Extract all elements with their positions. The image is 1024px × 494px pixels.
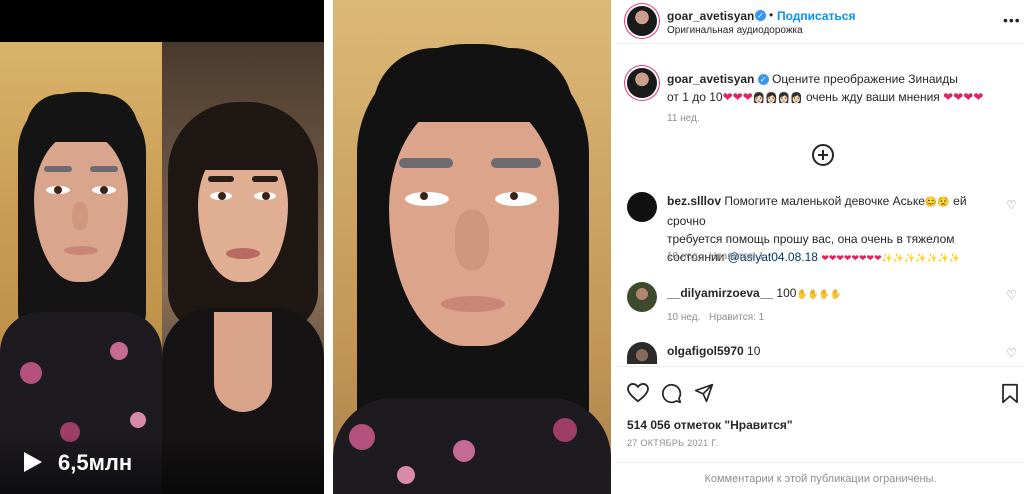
hearts-emoji: ❤❤❤❤ xyxy=(943,90,984,104)
comment-avatar[interactable] xyxy=(627,282,657,312)
emoji: ✋✋✋✋ xyxy=(796,289,842,299)
add-circle-icon[interactable] xyxy=(812,144,834,166)
stars-emoji: ✨✨✨✨✨✨✨ xyxy=(881,253,961,263)
heart-icon[interactable] xyxy=(627,383,649,403)
comment-like-icon[interactable]: ♡ xyxy=(1006,346,1017,360)
caption-text: goar_avetisyan ✓ Оцените преображение Зи… xyxy=(667,72,984,104)
comments-limited-bar: Комментарии к этой публикации ограничены… xyxy=(617,462,1024,494)
reel-preview-image xyxy=(0,42,324,494)
share-icon[interactable] xyxy=(694,383,714,403)
comment-time[interactable]: 10 нед. xyxy=(667,312,700,323)
comment-text: __dilyamirzoeva__ 100✋✋✋✋ xyxy=(667,286,842,300)
hearts-emoji: ❤❤❤❤❤❤❤❤ xyxy=(821,253,882,263)
comment-likes[interactable]: Нравится: 1 xyxy=(709,251,764,262)
comment-icon[interactable] xyxy=(661,383,682,404)
post-panel: goar_avetisyan ✓ • Подписаться Оригиналь… xyxy=(617,0,1024,494)
comment-username[interactable]: olgafigol5970 xyxy=(667,344,744,358)
post-actions: 514 056 отметок "Нравится" 27 ОКТЯБРЬ 20… xyxy=(617,366,1024,448)
comment-likes[interactable]: Нравится: 1 xyxy=(709,312,764,323)
comment-username[interactable]: __dilyamirzoeva__ xyxy=(667,286,773,300)
comment-avatar[interactable] xyxy=(627,192,657,222)
likes-count[interactable]: 514 056 отметок "Нравится" xyxy=(627,418,793,432)
caption-avatar[interactable] xyxy=(627,68,657,98)
comment-avatar[interactable] xyxy=(627,342,657,364)
play-icon[interactable] xyxy=(24,452,42,472)
view-count: 6,5млн xyxy=(58,450,133,475)
comment-text: olgafigol5970 10 xyxy=(667,344,761,358)
verified-badge-icon: ✓ xyxy=(757,74,769,85)
comment-time[interactable]: 10 нед. xyxy=(667,251,700,262)
comments-limited-notice: Комментарии к этой публикации ограничены… xyxy=(704,473,937,485)
comment-like-icon[interactable]: ♡ xyxy=(1006,288,1017,302)
reel-footer: 6,5млн xyxy=(0,436,324,494)
author-avatar[interactable] xyxy=(627,6,657,36)
verified-badge-icon: ✓ xyxy=(755,10,766,21)
post-date[interactable]: 27 ОКТЯБРЬ 2021 Г. xyxy=(627,438,718,448)
after-photo xyxy=(162,42,324,494)
author-username[interactable]: goar_avetisyan xyxy=(667,9,754,23)
caption-time[interactable]: 11 нед. xyxy=(667,113,700,124)
bookmark-icon[interactable] xyxy=(1001,383,1019,404)
before-photo xyxy=(0,42,162,494)
audio-track-link[interactable]: Оригинальная аудиодорожка xyxy=(667,25,803,36)
comment-like-icon[interactable]: ♡ xyxy=(1006,198,1017,212)
faces-emoji: 👩🏻👩🏻👩🏻👩🏻 xyxy=(752,93,803,104)
caption-username[interactable]: goar_avetisyan xyxy=(667,72,754,86)
post-header: goar_avetisyan ✓ • Подписаться Оригиналь… xyxy=(617,0,1024,44)
reel-thumbnail[interactable]: 6,5млн xyxy=(0,0,324,494)
post-image[interactable] xyxy=(333,0,611,494)
follow-button[interactable]: Подписаться xyxy=(777,9,855,23)
emoji: 😊😟 xyxy=(924,197,950,208)
more-options-icon[interactable]: ••• xyxy=(1003,12,1021,28)
comment-username[interactable]: bez.slllov xyxy=(667,194,721,208)
hearts-emoji: ❤❤❤ xyxy=(722,90,753,104)
separator: • xyxy=(769,8,774,22)
